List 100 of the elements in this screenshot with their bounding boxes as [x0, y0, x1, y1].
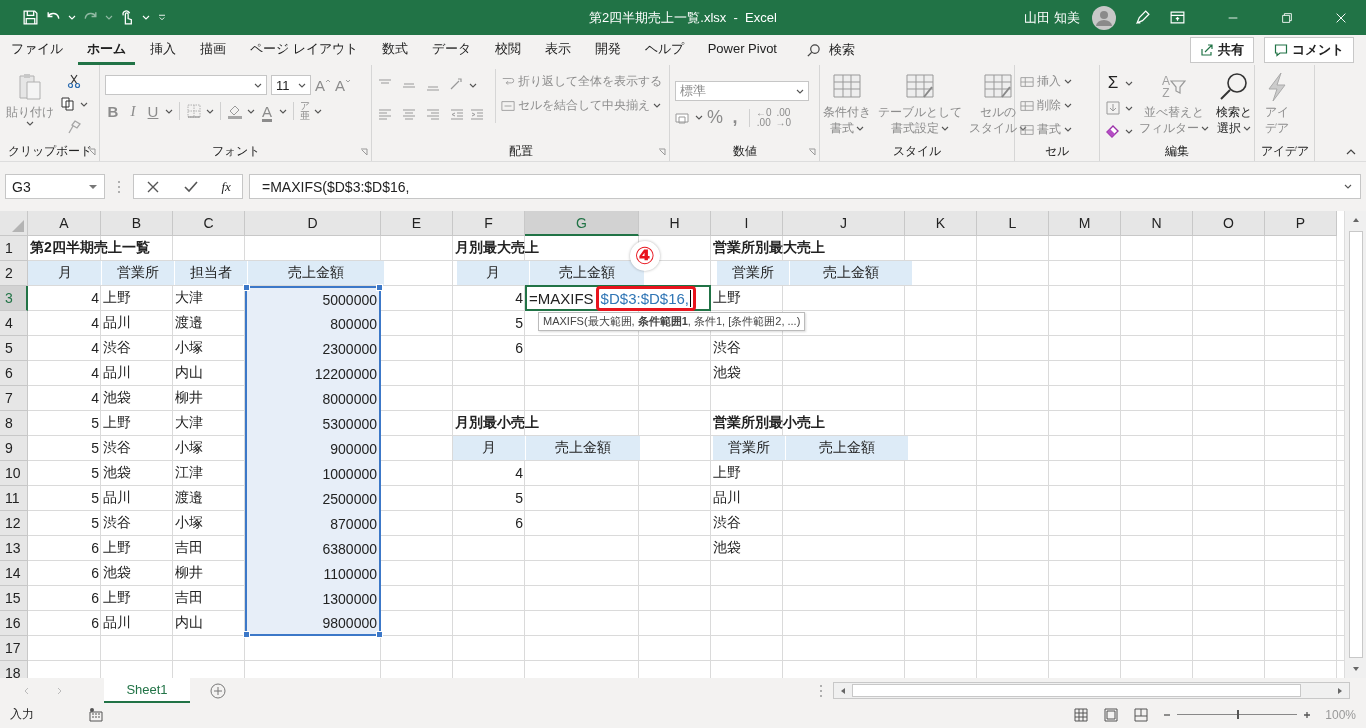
row-header[interactable]: 12 — [0, 511, 28, 536]
column-heading[interactable]: 月 — [453, 436, 525, 460]
column-header[interactable]: J — [783, 211, 905, 236]
caret-icon[interactable] — [165, 108, 173, 114]
collapse-ribbon-icon[interactable] — [1346, 149, 1356, 155]
selected-cell[interactable]: 2300000 — [245, 336, 381, 361]
ribbon-tab[interactable]: 描画 — [191, 35, 235, 65]
copy-icon[interactable] — [60, 96, 76, 112]
row-header[interactable]: 6 — [0, 361, 28, 386]
selected-cell[interactable]: 12200000 — [245, 361, 381, 386]
scroll-thumb[interactable] — [852, 684, 1301, 697]
column-heading[interactable]: 売上金額 — [526, 436, 640, 460]
caret-icon[interactable] — [206, 108, 214, 114]
caret-icon[interactable] — [695, 115, 703, 120]
ribbon-tab[interactable]: ページ レイアウト — [241, 35, 367, 65]
selected-cell[interactable]: 870000 — [245, 511, 381, 536]
column-header[interactable]: A — [28, 211, 101, 236]
column-heading[interactable]: 営業所 — [717, 261, 789, 285]
add-sheet-icon[interactable] — [210, 682, 226, 699]
macro-record-icon[interactable] — [88, 706, 104, 723]
ribbon-tab[interactable]: 挿入 — [141, 35, 185, 65]
eraser-icon[interactable] — [1105, 123, 1121, 139]
font-name-field[interactable] — [105, 75, 267, 95]
column-header[interactable]: D — [245, 211, 381, 236]
ribbon-tab[interactable]: 数式 — [372, 35, 417, 65]
pen-icon[interactable] — [1134, 9, 1151, 26]
comment-button[interactable]: コメント — [1264, 37, 1354, 63]
column-heading[interactable]: 営業所 — [102, 261, 174, 285]
number-format-field[interactable]: 標準 — [675, 81, 809, 101]
name-box[interactable]: G3 — [5, 174, 105, 199]
row-header[interactable]: 18 — [0, 661, 28, 678]
row-header[interactable]: 7 — [0, 386, 28, 411]
column-header[interactable]: P — [1265, 211, 1337, 236]
column-heading[interactable]: 売上金額 — [786, 436, 908, 460]
row-header[interactable]: 13 — [0, 536, 28, 561]
formula-input[interactable]: =MAXIFS($D$3:$D$16, — [249, 174, 1361, 199]
row-header[interactable]: 1 — [0, 236, 28, 261]
drag-handle-icon[interactable] — [819, 683, 823, 698]
column-header[interactable]: E — [381, 211, 453, 236]
caret-icon[interactable] — [314, 108, 322, 114]
row-header[interactable]: 14 — [0, 561, 28, 586]
ribbon-tab[interactable]: 開発 — [585, 35, 630, 65]
dialog-launcher-icon[interactable] — [658, 148, 666, 156]
selection-handle[interactable] — [243, 631, 250, 638]
format-painter-icon[interactable] — [66, 119, 82, 135]
search-icon[interactable] — [806, 42, 821, 58]
fill-color-icon[interactable] — [227, 103, 243, 119]
caret-icon[interactable] — [80, 101, 88, 107]
selection-handle[interactable] — [376, 284, 383, 291]
column-header[interactable]: F — [453, 211, 525, 236]
caret-icon[interactable] — [1125, 128, 1133, 134]
caret-icon[interactable] — [1125, 80, 1133, 86]
ribbon-tab[interactable]: データ — [422, 35, 480, 65]
ribbon-tab[interactable]: ファイル — [2, 35, 72, 65]
column-heading[interactable]: 担当者 — [175, 261, 247, 285]
insert-function-button[interactable]: fx — [221, 178, 231, 195]
column-header[interactable]: N — [1121, 211, 1193, 236]
column-heading[interactable]: 月 — [457, 261, 529, 285]
row-header[interactable]: 9 — [0, 436, 28, 461]
ribbon-display-icon[interactable] — [1169, 9, 1186, 26]
row-header[interactable]: 4 — [0, 311, 28, 336]
restore-icon[interactable] — [1280, 10, 1294, 25]
column-heading[interactable]: 売上金額 — [248, 261, 384, 285]
drag-handle-icon[interactable] — [117, 179, 121, 194]
horizontal-scrollbar[interactable] — [833, 682, 1350, 699]
caret-icon[interactable] — [1125, 105, 1133, 111]
avatar-icon[interactable] — [1092, 5, 1116, 30]
active-cell[interactable]: =MAXIFS $D$3:$D$16, — [525, 285, 711, 311]
row-header[interactable]: 16 — [0, 611, 28, 636]
ribbon-tab[interactable]: 校閲 — [485, 35, 530, 65]
dialog-launcher-icon[interactable] — [808, 148, 816, 156]
column-heading[interactable]: 営業所 — [713, 436, 785, 460]
row-header[interactable]: 15 — [0, 586, 28, 611]
sheet-tab[interactable]: Sheet1 — [104, 678, 190, 703]
zoom-in-icon[interactable] — [1303, 710, 1312, 719]
save-icon[interactable] — [22, 9, 39, 26]
selected-cell[interactable]: 1000000 — [245, 461, 381, 486]
ribbon-tab[interactable]: ヘルプ — [635, 35, 693, 65]
normal-view-icon[interactable] — [1073, 706, 1090, 723]
autosum-button[interactable]: Σ — [1105, 73, 1121, 93]
row-header[interactable]: 11 — [0, 486, 28, 511]
selected-cell[interactable]: 5000000 — [245, 286, 381, 311]
column-heading[interactable]: 月 — [28, 261, 101, 285]
row-header[interactable]: 3 — [0, 286, 28, 311]
row-header[interactable]: 8 — [0, 411, 28, 436]
selected-cell[interactable]: 5300000 — [245, 411, 381, 436]
caret-icon[interactable] — [469, 82, 477, 88]
selected-cell[interactable]: 1300000 — [245, 586, 381, 611]
column-header[interactable]: C — [173, 211, 245, 236]
caret-icon[interactable] — [247, 108, 255, 114]
scroll-thumb[interactable] — [1348, 231, 1363, 658]
column-heading[interactable]: 売上金額 — [790, 261, 912, 285]
selection-handle[interactable] — [243, 284, 250, 291]
column-header[interactable]: L — [977, 211, 1049, 236]
row-header[interactable]: 17 — [0, 636, 28, 661]
selected-cell[interactable]: 800000 — [245, 311, 381, 336]
column-header[interactable]: H — [639, 211, 711, 236]
ribbon-tab[interactable]: 表示 — [535, 35, 580, 65]
column-header[interactable]: O — [1193, 211, 1265, 236]
selection-handle[interactable] — [376, 631, 383, 638]
